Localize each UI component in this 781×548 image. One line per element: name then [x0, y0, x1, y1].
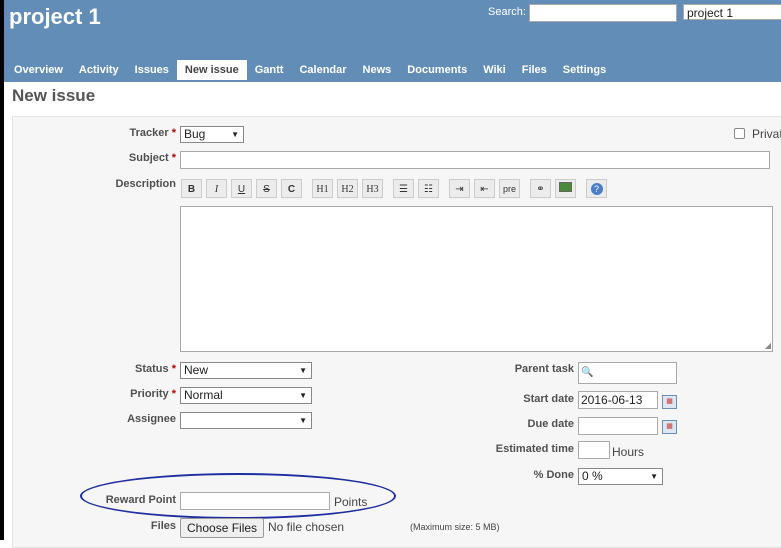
search-input[interactable] — [529, 4, 677, 22]
chevron-down-icon: ▼ — [299, 366, 307, 375]
main-menu: Overview Activity Issues New issue Gantt… — [6, 60, 614, 80]
tab-news[interactable]: News — [355, 60, 400, 80]
chevron-down-icon: ▼ — [650, 472, 658, 481]
tracker-label: Tracker * — [129, 127, 177, 139]
done-select[interactable]: 0 % ▼ — [578, 468, 663, 485]
assignee-select[interactable]: ▼ — [180, 412, 312, 429]
heading2-button[interactable]: H2 — [337, 179, 358, 198]
strikethrough-button[interactable]: S — [256, 179, 277, 198]
files-label: Files — [150, 520, 176, 532]
estimated-time-label: Estimated time — [495, 443, 574, 455]
priority-select[interactable]: Normal ▼ — [180, 387, 312, 404]
tab-calendar[interactable]: Calendar — [291, 60, 354, 80]
tab-settings[interactable]: Settings — [555, 60, 614, 80]
tab-issues[interactable]: Issues — [127, 60, 177, 80]
required-marker: * — [171, 127, 176, 139]
start-date-input[interactable]: 2016-06-13 — [578, 391, 658, 409]
indent-right-button[interactable]: ⇥ — [449, 179, 470, 198]
image-button[interactable] — [555, 179, 576, 198]
required-marker: * — [171, 388, 176, 400]
bullet-list-button[interactable]: ☰ — [393, 179, 414, 198]
points-label: Points — [334, 495, 368, 509]
tab-gantt[interactable]: Gantt — [247, 60, 292, 80]
reward-point-label: Reward Point — [105, 494, 176, 506]
hours-label: Hours — [612, 445, 645, 459]
link-icon: ⚭ — [536, 184, 545, 195]
indent-left-icon: ⇤ — [480, 184, 489, 195]
parent-task-input[interactable]: 🔍 — [578, 362, 677, 384]
heading1-button[interactable]: H1 — [312, 179, 333, 198]
numbered-list-button[interactable]: ☷ — [418, 179, 439, 198]
calendar-icon[interactable]: ▦ — [662, 395, 677, 409]
indent-right-icon: ⇥ — [455, 184, 464, 195]
parent-task-label: Parent task — [514, 363, 574, 375]
tab-activity[interactable]: Activity — [71, 60, 127, 80]
description-label: Description — [115, 178, 176, 190]
magnifier-icon: 🔍 — [581, 367, 594, 378]
choose-files-button[interactable]: Choose Files — [180, 518, 265, 538]
priority-label: Priority * — [130, 388, 176, 400]
chevron-down-icon: ▼ — [231, 130, 239, 139]
max-size-note: (Maximum size: 5 MB) — [410, 522, 500, 532]
status-select[interactable]: New ▼ — [180, 362, 312, 379]
image-icon — [559, 182, 572, 192]
tab-overview[interactable]: Overview — [6, 60, 71, 80]
heading3-button[interactable]: H3 — [362, 179, 383, 198]
page-title: New issue — [12, 86, 96, 105]
help-icon: ? — [590, 183, 603, 195]
indent-left-button[interactable]: ⇤ — [474, 179, 495, 198]
description-textarea[interactable]: ◢ — [180, 206, 773, 352]
list-ol-icon: ☷ — [424, 184, 433, 195]
start-date-label: Start date — [523, 393, 574, 405]
required-marker: * — [171, 363, 176, 375]
italic-button[interactable]: I — [206, 179, 227, 198]
private-label: Privat — [752, 127, 781, 141]
help-button[interactable]: ? — [586, 179, 607, 198]
required-marker: * — [171, 152, 176, 164]
status-label: Status * — [135, 363, 176, 375]
search-label: Search: — [488, 6, 526, 18]
bold-button[interactable]: B — [181, 179, 202, 198]
chevron-down-icon: ▼ — [299, 391, 307, 400]
header-border — [4, 80, 781, 82]
assignee-label: Assignee — [127, 413, 176, 425]
link-button[interactable]: ⚭ — [530, 179, 551, 198]
tab-wiki[interactable]: Wiki — [475, 60, 514, 80]
due-date-label: Due date — [527, 418, 574, 430]
done-label: % Done — [533, 469, 574, 481]
subject-input[interactable] — [180, 151, 770, 169]
tab-documents[interactable]: Documents — [399, 60, 475, 80]
private-checkbox[interactable] — [734, 128, 745, 139]
list-ul-icon: ☰ — [399, 184, 408, 195]
chevron-down-icon: ▼ — [299, 416, 307, 425]
project-title[interactable]: project 1 — [9, 4, 101, 30]
resize-grip-icon[interactable]: ◢ — [765, 341, 771, 350]
tab-new-issue[interactable]: New issue — [176, 60, 247, 80]
code-button[interactable]: C — [281, 179, 302, 198]
tracker-select[interactable]: Bug ▼ — [180, 126, 244, 143]
reward-point-input[interactable] — [180, 492, 330, 510]
no-file-text: No file chosen — [268, 520, 345, 534]
subject-label: Subject * — [128, 152, 176, 164]
tab-files[interactable]: Files — [514, 60, 555, 80]
calendar-icon[interactable]: ▦ — [662, 420, 677, 434]
estimated-time-input[interactable] — [578, 441, 610, 459]
underline-button[interactable]: U — [231, 179, 252, 198]
due-date-input[interactable] — [578, 417, 658, 435]
pre-button[interactable]: pre — [499, 179, 520, 198]
project-jump-select[interactable]: project 1 — [683, 4, 781, 20]
